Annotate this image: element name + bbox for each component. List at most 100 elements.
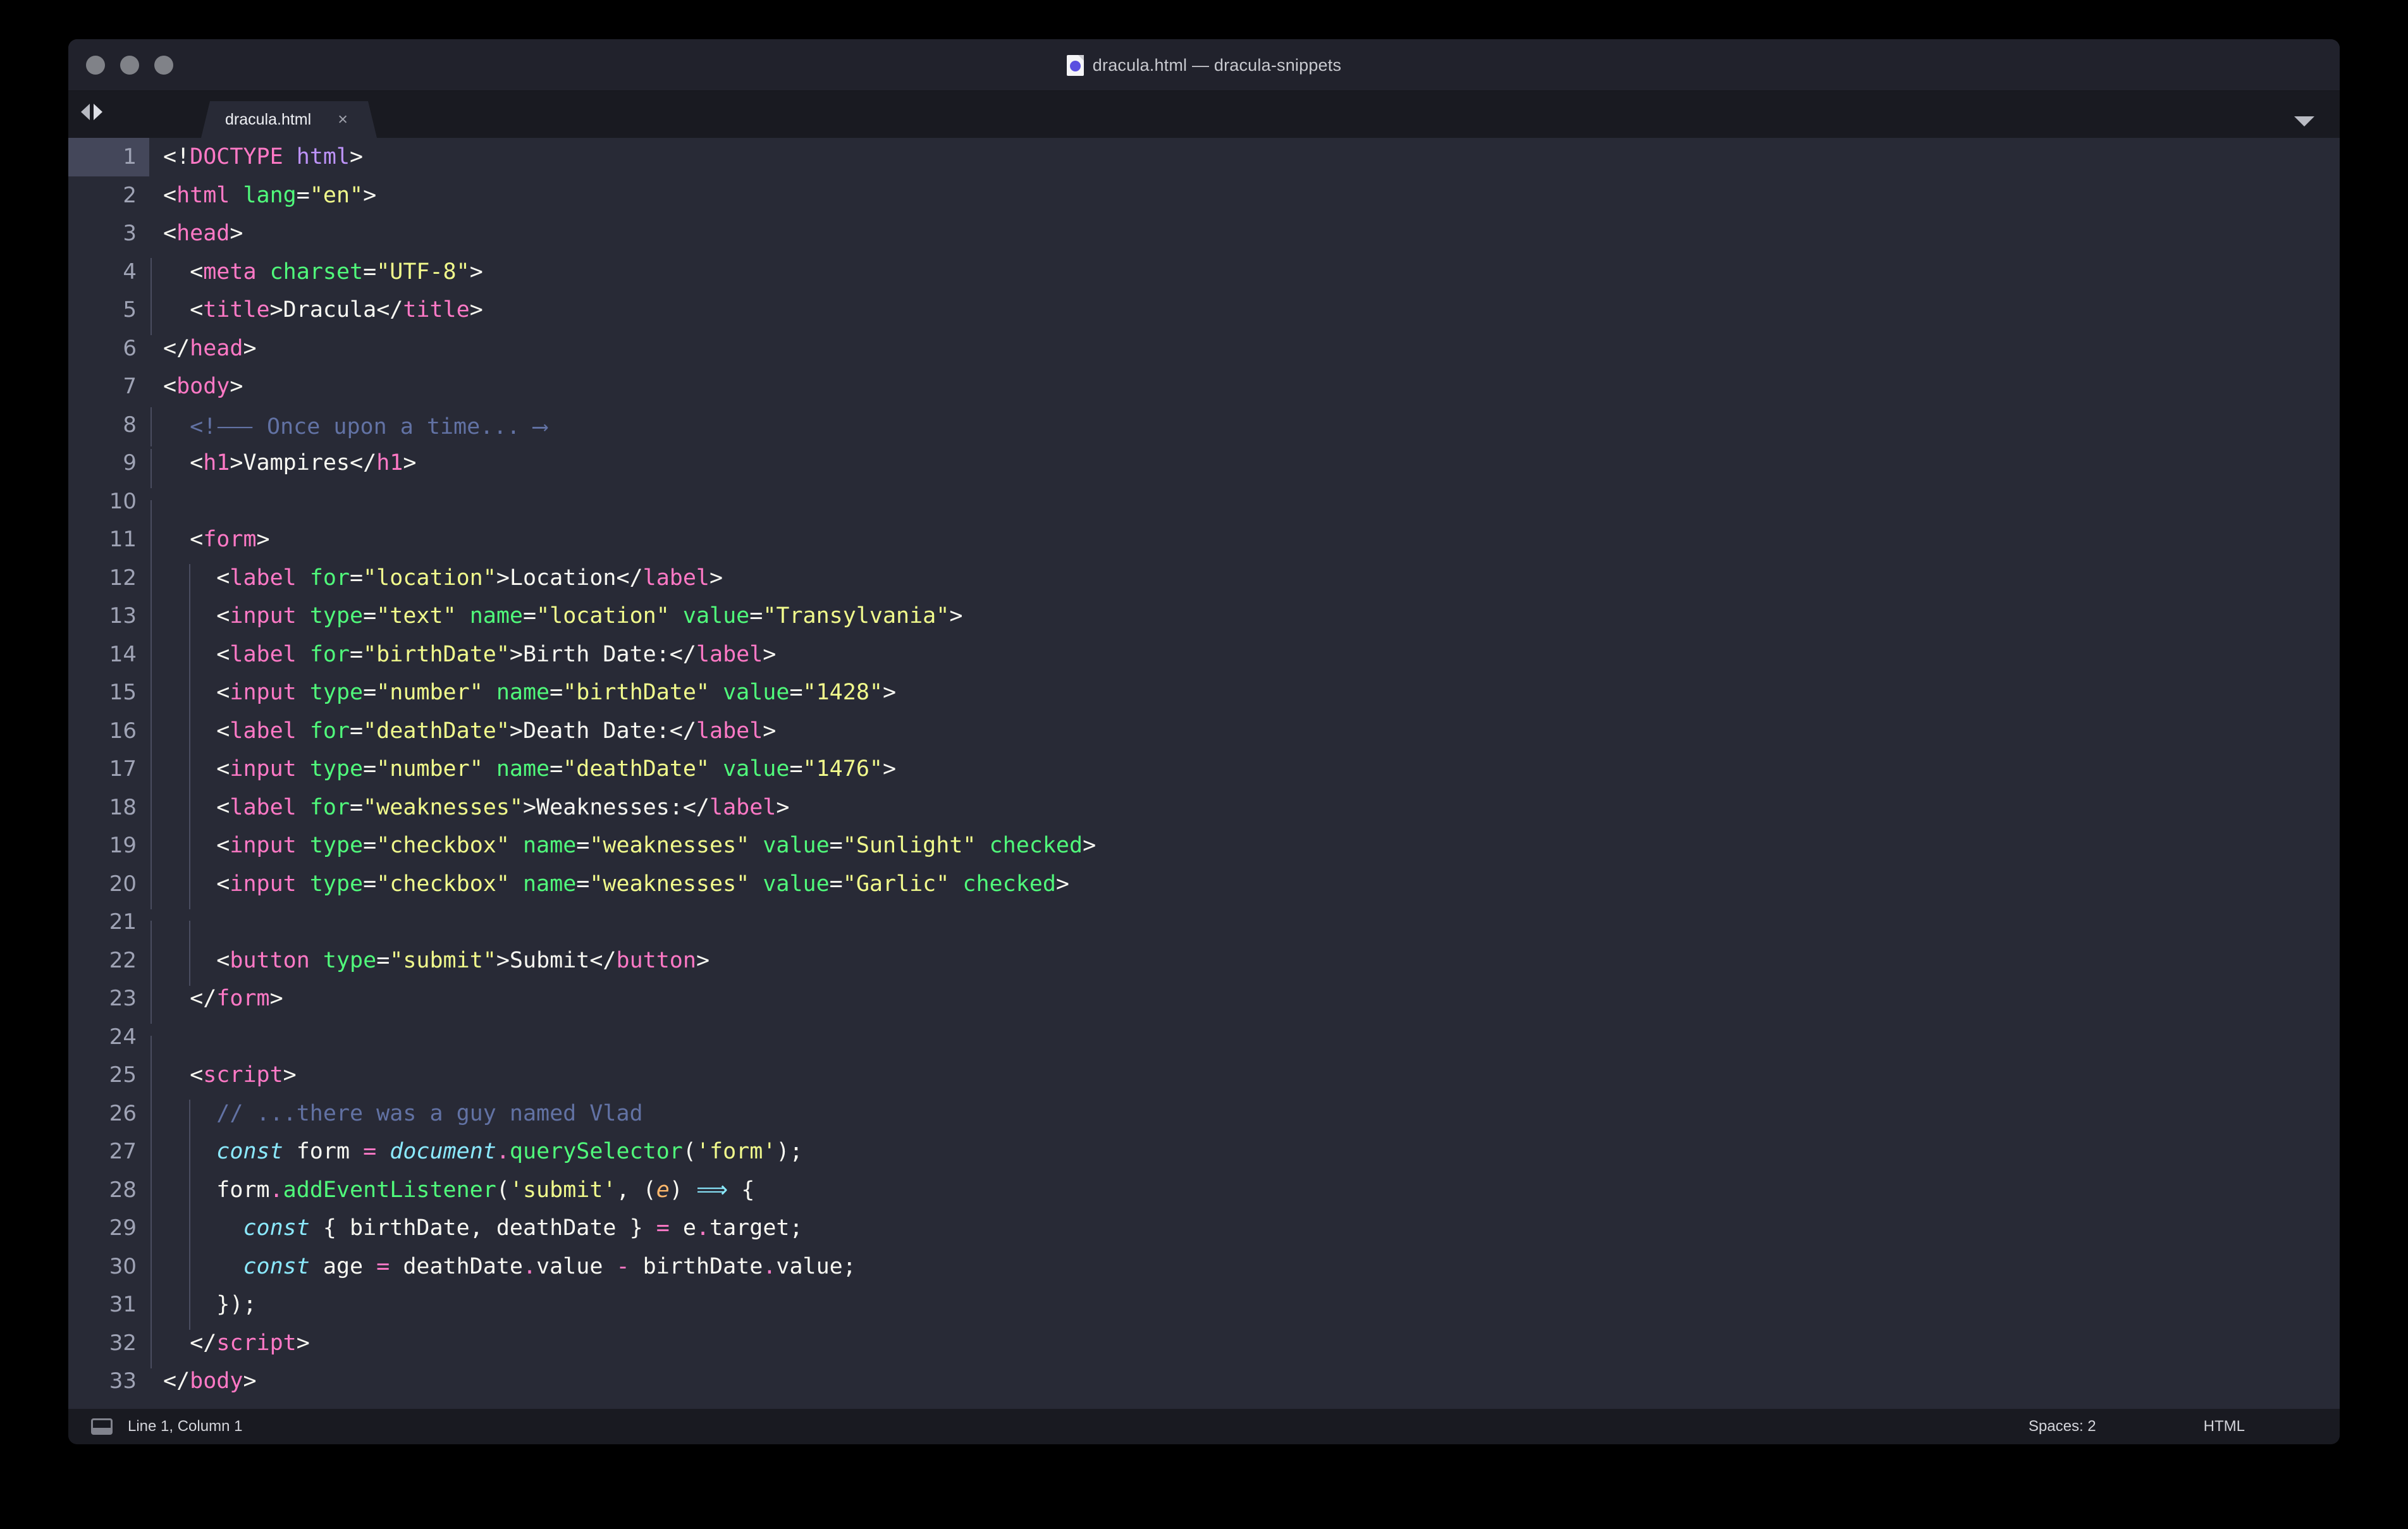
- code-text: form.addEventListener('submit', (e) ⟹ {: [149, 1177, 754, 1203]
- code-text: <form>: [149, 527, 270, 552]
- file-icon: [1067, 55, 1084, 76]
- line-number: 15: [68, 673, 149, 712]
- window-title-group: dracula.html — dracula-snippets: [68, 39, 2340, 91]
- code-text: </body>: [149, 1368, 257, 1394]
- code-text: <label for="deathDate">Death Date:</labe…: [149, 718, 776, 744]
- code-line[interactable]: 32 </script>: [68, 1324, 2340, 1363]
- code-line[interactable]: 12 <label for="location">Location</label…: [68, 559, 2340, 598]
- code-line[interactable]: 13 <input type="text" name="location" va…: [68, 597, 2340, 636]
- line-number: 17: [68, 750, 149, 789]
- code-text: <!⸺ Once upon a time... ⟶: [149, 408, 547, 441]
- code-text: <label for="birthDate">Birth Date:</labe…: [149, 642, 776, 667]
- code-line[interactable]: 2 <html lang="en">: [68, 176, 2340, 215]
- code-line[interactable]: 30 const age = deathDate.value - birthDa…: [68, 1248, 2340, 1286]
- code-text: <label for="weaknesses">Weaknesses:</lab…: [149, 795, 789, 820]
- code-text: <!DOCTYPE html>: [149, 144, 363, 169]
- code-line[interactable]: 1 <!DOCTYPE html>: [68, 138, 2340, 176]
- line-number: 1: [68, 138, 149, 176]
- line-number: 7: [68, 367, 149, 406]
- syntax-mode[interactable]: HTML: [2204, 1418, 2245, 1435]
- tab-label: dracula.html: [225, 111, 311, 129]
- code-text: <h1>Vampires</h1>: [149, 450, 416, 476]
- line-number: 16: [68, 712, 149, 751]
- status-right-group: Spaces: 2 HTML: [2029, 1409, 2340, 1444]
- code-editor[interactable]: 1 <!DOCTYPE html> 2 <html lang="en"> 3 <…: [68, 138, 2340, 1409]
- code-text: <input type="text" name="location" value…: [149, 603, 962, 629]
- code-text: <script>: [149, 1062, 297, 1088]
- tab-nav-arrows: [81, 104, 102, 120]
- code-line[interactable]: 8 <!⸺ Once upon a time... ⟶: [68, 406, 2340, 445]
- title-bar: dracula.html — dracula-snippets: [68, 39, 2340, 91]
- arrow-right-icon[interactable]: [94, 104, 102, 120]
- code-line[interactable]: 25 <script>: [68, 1056, 2340, 1095]
- code-line[interactable]: 19 <input type="checkbox" name="weakness…: [68, 826, 2340, 865]
- line-number: 20: [68, 865, 149, 904]
- line-number: 13: [68, 597, 149, 636]
- line-number: 22: [68, 942, 149, 980]
- code-line[interactable]: 24: [68, 1018, 2340, 1057]
- close-icon[interactable]: ×: [338, 111, 348, 128]
- chevron-down-icon[interactable]: [2294, 116, 2314, 126]
- code-line[interactable]: 33 </body>: [68, 1362, 2340, 1401]
- tab-dracula-html[interactable]: dracula.html ×: [201, 101, 377, 138]
- code-line[interactable]: 17 <input type="number" name="deathDate"…: [68, 750, 2340, 789]
- code-line[interactable]: 15 <input type="number" name="birthDate"…: [68, 673, 2340, 712]
- code-line[interactable]: 23 </form>: [68, 979, 2340, 1018]
- code-line[interactable]: 20 <input type="checkbox" name="weakness…: [68, 865, 2340, 904]
- code-text: const age = deathDate.value - birthDate.…: [149, 1254, 856, 1279]
- line-number: 32: [68, 1324, 149, 1363]
- line-number: 31: [68, 1286, 149, 1324]
- line-number: 3: [68, 214, 149, 253]
- tab-bar: dracula.html ×: [68, 91, 2340, 138]
- code-line[interactable]: 26 // ...there was a guy named Vlad: [68, 1095, 2340, 1133]
- arrow-left-icon[interactable]: [81, 104, 90, 120]
- code-line[interactable]: 7 <body>: [68, 367, 2340, 406]
- code-line[interactable]: 28 form.addEventListener('submit', (e) ⟹…: [68, 1171, 2340, 1210]
- code-line[interactable]: 5 <title>Dracula</title>: [68, 291, 2340, 329]
- code-line[interactable]: 34 </html>: [68, 1401, 2340, 1409]
- code-line[interactable]: 4 <meta charset="UTF-8">: [68, 253, 2340, 292]
- code-line[interactable]: 21: [68, 903, 2340, 942]
- code-line[interactable]: 31 });: [68, 1286, 2340, 1324]
- code-line[interactable]: 6 </head>: [68, 329, 2340, 368]
- editor-window: dracula.html — dracula-snippets dracula.…: [68, 39, 2340, 1444]
- code-line[interactable]: 27 const form = document.querySelector('…: [68, 1133, 2340, 1171]
- code-line[interactable]: 10: [68, 482, 2340, 521]
- console-icon[interactable]: [91, 1418, 113, 1435]
- code-line[interactable]: 22 <button type="submit">Submit</button>: [68, 942, 2340, 980]
- line-number: 33: [68, 1362, 149, 1401]
- line-number: 27: [68, 1133, 149, 1171]
- code-text: <html lang="en">: [149, 183, 376, 208]
- line-number: 18: [68, 789, 149, 827]
- line-number: 26: [68, 1095, 149, 1133]
- code-text: });: [149, 1292, 257, 1317]
- code-text: <body>: [149, 374, 243, 399]
- line-number: 29: [68, 1209, 149, 1248]
- line-number: 28: [68, 1171, 149, 1210]
- code-text: <head>: [149, 221, 243, 246]
- code-text: <input type="number" name="birthDate" va…: [149, 680, 896, 705]
- line-number: 10: [68, 482, 149, 521]
- code-text: <title>Dracula</title>: [149, 297, 483, 322]
- code-line[interactable]: 3 <head>: [68, 214, 2340, 253]
- code-text: <meta charset="UTF-8">: [149, 259, 483, 285]
- code-line[interactable]: 14 <label for="birthDate">Birth Date:</l…: [68, 636, 2340, 674]
- indent-setting[interactable]: Spaces: 2: [2029, 1418, 2096, 1435]
- code-line[interactable]: 18 <label for="weaknesses">Weaknesses:</…: [68, 789, 2340, 827]
- code-line[interactable]: 9 <h1>Vampires</h1>: [68, 444, 2340, 482]
- cursor-position: Line 1, Column 1: [128, 1418, 242, 1435]
- line-number: 19: [68, 826, 149, 865]
- line-number: 8: [68, 406, 149, 445]
- code-line[interactable]: 29 const { birthDate, deathDate } = e.ta…: [68, 1209, 2340, 1248]
- line-number: 14: [68, 636, 149, 674]
- line-number: 6: [68, 329, 149, 368]
- code-text: <label for="location">Location</label>: [149, 565, 723, 591]
- code-line[interactable]: 16 <label for="deathDate">Death Date:</l…: [68, 712, 2340, 751]
- line-number: 9: [68, 444, 149, 482]
- code-text: <input type="checkbox" name="weaknesses"…: [149, 833, 1096, 858]
- code-line[interactable]: 11 <form>: [68, 520, 2340, 559]
- line-number: 23: [68, 979, 149, 1018]
- window-title: dracula.html — dracula-snippets: [1093, 56, 1341, 75]
- code-text: <input type="checkbox" name="weaknesses"…: [149, 871, 1069, 897]
- line-number: 21: [68, 903, 149, 942]
